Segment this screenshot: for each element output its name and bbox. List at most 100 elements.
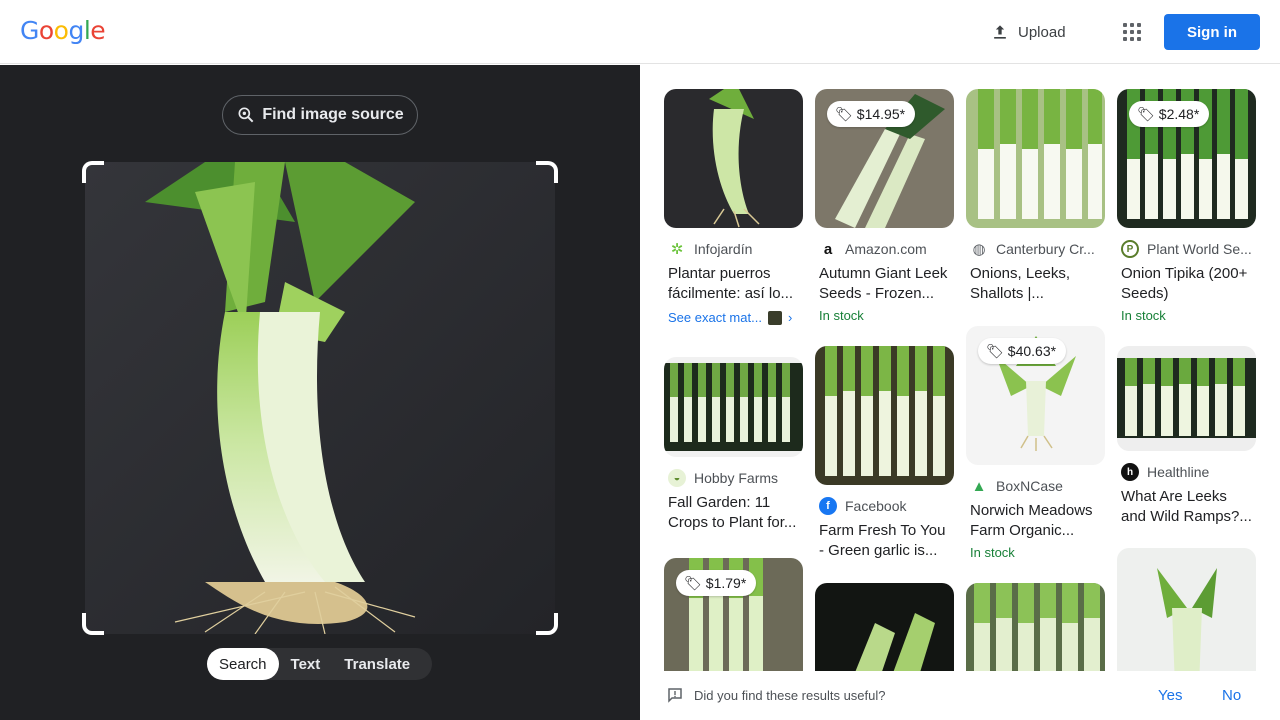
tab-search[interactable]: Search bbox=[207, 648, 279, 680]
source-name: Amazon.com bbox=[845, 241, 927, 257]
result-card[interactable]: ◒ Hobby Farms Fall Garden: 11 Crops to P… bbox=[664, 357, 803, 533]
facebook-favicon-icon: f bbox=[819, 497, 837, 515]
result-thumbnail[interactable] bbox=[664, 357, 803, 457]
result-thumbnail[interactable] bbox=[1117, 346, 1256, 451]
see-exact-matches-link[interactable]: See exact mat... › bbox=[668, 310, 799, 325]
price-value: $14.95* bbox=[856, 106, 906, 122]
feedback-bar: Did you find these results useful? Yes N… bbox=[640, 671, 1280, 720]
crop-handle-top-left[interactable] bbox=[82, 161, 104, 183]
plant-world-favicon-icon: P bbox=[1121, 240, 1139, 258]
result-card[interactable] bbox=[966, 583, 1105, 671]
result-title[interactable]: Norwich Meadows Farm Organic... bbox=[970, 501, 1101, 541]
result-card[interactable]: h Healthline What Are Leeks and Wild Ram… bbox=[1117, 346, 1256, 527]
find-image-source-button[interactable]: Find image source bbox=[222, 95, 418, 135]
exact-match-thumbnail bbox=[767, 310, 782, 325]
result-thumbnail[interactable] bbox=[664, 89, 803, 228]
result-thumbnail[interactable] bbox=[1117, 548, 1256, 671]
price-value: $2.48* bbox=[1158, 106, 1200, 122]
result-title[interactable]: Onions, Leeks, Shallots |... bbox=[970, 264, 1101, 304]
result-thumbnail[interactable] bbox=[815, 346, 954, 485]
upload-icon bbox=[994, 25, 1006, 39]
lens-panel: Find image source Search Text Translate bbox=[0, 65, 640, 720]
logo-letter: o bbox=[53, 16, 69, 45]
lens-mode-switcher: Search Text Translate bbox=[207, 648, 432, 680]
top-bar: Google Upload Sign in bbox=[0, 0, 1280, 64]
price-badge: 🏷 $1.79* bbox=[676, 570, 757, 596]
result-card[interactable]: 🏷 $40.63* ▲ BoxNCase Norwich Meadows Far… bbox=[966, 326, 1105, 560]
feedback-no-button[interactable]: No bbox=[1222, 687, 1241, 704]
result-title[interactable]: Onion Tipika (200+ Seeds) bbox=[1121, 264, 1252, 304]
result-thumbnail[interactable]: 🏷 $1.79* bbox=[664, 558, 803, 671]
feedback-question: Did you find these results useful? bbox=[694, 688, 886, 703]
result-title[interactable]: Plantar puerros fácilmente: así lo... bbox=[668, 264, 799, 304]
feedback-yes-button[interactable]: Yes bbox=[1158, 687, 1182, 704]
globe-icon: ◍ bbox=[972, 241, 986, 258]
stock-status: In stock bbox=[819, 308, 864, 323]
crop-handle-bottom-left[interactable] bbox=[82, 613, 104, 635]
result-source: ✲ Infojardín bbox=[668, 240, 799, 258]
price-badge: 🏷 $2.48* bbox=[1129, 101, 1210, 127]
infojardin-favicon-icon: ✲ bbox=[670, 241, 684, 258]
price-tag-icon: 🏷 bbox=[835, 105, 853, 122]
chevron-right-icon: › bbox=[787, 310, 793, 325]
price-value: $40.63* bbox=[1007, 343, 1057, 359]
result-source: h Healthline bbox=[1121, 463, 1252, 481]
price-badge: 🏷 $14.95* bbox=[827, 101, 916, 127]
price-value: $1.79* bbox=[705, 575, 747, 591]
result-thumbnail[interactable] bbox=[815, 583, 954, 671]
price-tag-icon: 🏷 bbox=[1137, 105, 1155, 122]
hobby-farms-favicon-icon: ◒ bbox=[668, 469, 686, 487]
stock-status: In stock bbox=[1121, 308, 1166, 323]
find-image-source-label: Find image source bbox=[262, 106, 404, 123]
source-name: Canterbury Cr... bbox=[996, 241, 1095, 257]
result-card[interactable]: 🏷 $2.48* P Plant World Se... Onion Tipik… bbox=[1117, 89, 1256, 323]
sign-in-button[interactable]: Sign in bbox=[1164, 14, 1260, 50]
result-thumbnail[interactable]: 🏷 $14.95* bbox=[815, 89, 954, 228]
exact-match-label: See exact mat... bbox=[668, 310, 762, 325]
result-card[interactable]: ✲ Infojardín Plantar puerros fácilmente:… bbox=[664, 89, 803, 325]
result-card[interactable]: f Facebook Farm Fresh To You - Green gar… bbox=[815, 346, 954, 561]
source-name: BoxNCase bbox=[996, 478, 1063, 494]
tab-text[interactable]: Text bbox=[279, 648, 333, 680]
result-thumbnail[interactable]: 🏷 $40.63* bbox=[966, 326, 1105, 465]
healthline-favicon-icon: h bbox=[1121, 463, 1139, 481]
query-image bbox=[85, 162, 555, 634]
result-title[interactable]: What Are Leeks and Wild Ramps?... bbox=[1121, 487, 1252, 527]
source-name: Facebook bbox=[845, 498, 907, 514]
crop-handle-bottom-right[interactable] bbox=[536, 613, 558, 635]
feedback-icon bbox=[668, 688, 682, 703]
stock-status: In stock bbox=[970, 545, 1015, 560]
result-thumbnail[interactable] bbox=[966, 89, 1105, 228]
result-source: ◍ Canterbury Cr... bbox=[970, 240, 1101, 258]
result-source: ▲ BoxNCase bbox=[970, 477, 1101, 495]
result-card[interactable]: ◍ Canterbury Cr... Onions, Leeks, Shallo… bbox=[966, 89, 1105, 304]
lens-search-icon bbox=[238, 107, 254, 123]
result-source: P Plant World Se... bbox=[1121, 240, 1252, 258]
result-thumbnail[interactable]: 🏷 $2.48* bbox=[1117, 89, 1256, 228]
logo-letter: G bbox=[20, 16, 39, 45]
result-title[interactable]: Fall Garden: 11 Crops to Plant for... bbox=[668, 493, 799, 533]
result-card[interactable] bbox=[1117, 548, 1256, 671]
result-card[interactable]: 🏷 $1.79* bbox=[664, 558, 803, 671]
price-tag-icon: 🏷 bbox=[684, 574, 702, 591]
upload-button[interactable]: Upload bbox=[990, 18, 1066, 46]
price-badge: 🏷 $40.63* bbox=[978, 338, 1067, 364]
logo-letter: o bbox=[38, 16, 54, 45]
result-card[interactable] bbox=[815, 583, 954, 671]
tab-translate[interactable]: Translate bbox=[332, 648, 422, 680]
apps-grid-icon[interactable] bbox=[1120, 20, 1144, 44]
result-title[interactable]: Farm Fresh To You - Green garlic is... bbox=[819, 521, 950, 561]
price-tag-icon: 🏷 bbox=[986, 342, 1004, 359]
result-title[interactable]: Autumn Giant Leek Seeds - Frozen... bbox=[819, 264, 950, 304]
result-source: f Facebook bbox=[819, 497, 950, 515]
crop-handle-top-right[interactable] bbox=[536, 161, 558, 183]
result-card[interactable]: 🏷 $14.95* a Amazon.com Autumn Giant Leek… bbox=[815, 89, 954, 323]
source-name: Hobby Farms bbox=[694, 470, 779, 486]
source-name: Infojardín bbox=[694, 241, 753, 257]
boxncase-favicon-icon: ▲ bbox=[971, 477, 987, 495]
source-name: Plant World Se... bbox=[1147, 241, 1252, 257]
google-logo[interactable]: Google bbox=[20, 16, 106, 45]
upload-label: Upload bbox=[1018, 23, 1066, 41]
result-thumbnail[interactable] bbox=[966, 583, 1105, 671]
amazon-favicon-icon: a bbox=[823, 240, 833, 258]
